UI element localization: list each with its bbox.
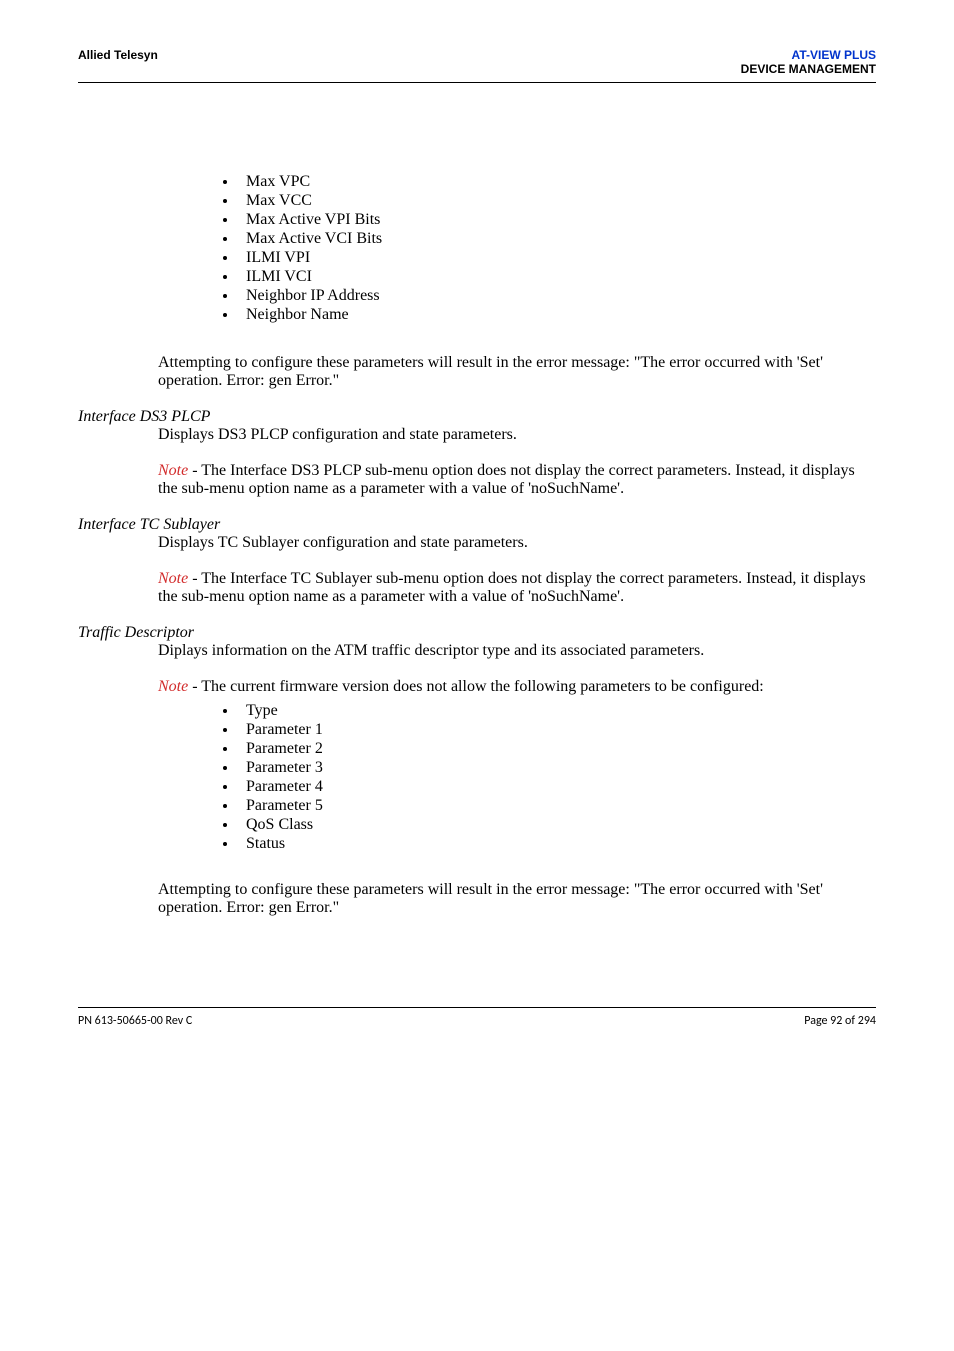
footer-left: PN 613-50665-00 Rev C [78,1014,192,1028]
header-right: AT-VIEW PLUS DEVICE MANAGEMENT [741,48,876,76]
list-item: Neighbor Name [238,306,876,324]
note-label: Note [158,678,188,695]
page-header: Allied Telesyn AT-VIEW PLUS DEVICE MANAG… [78,48,876,76]
note-body: - The current firmware version does not … [188,678,764,695]
list-item: ILMI VPI [238,249,876,267]
list-item: Type [238,702,876,720]
footer-right: Page 92 of 294 [804,1014,876,1028]
list-item: Max VCC [238,192,876,210]
list-item: Max Active VPI Bits [238,211,876,229]
list-item: ILMI VCI [238,268,876,286]
page-footer: PN 613-50665-00 Rev C Page 92 of 294 [78,1014,876,1028]
section-desc-tc: Displays TC Sublayer configuration and s… [158,534,876,552]
note-body: - The Interface TC Sublayer sub-menu opt… [158,570,866,605]
footer-rule [78,1007,876,1008]
list-item: Parameter 1 [238,721,876,739]
list-item: QoS Class [238,816,876,834]
header-left: Allied Telesyn [78,48,158,62]
section-note-traffic: Note - The current firmware version does… [158,678,876,696]
list-item: Parameter 4 [238,778,876,796]
header-product: AT-VIEW PLUS [741,48,876,62]
note-body: - The Interface DS3 PLCP sub-menu option… [158,462,855,497]
list-item: Max Active VCI Bits [238,230,876,248]
section-note-ds3: Note - The Interface DS3 PLCP sub-menu o… [158,462,876,498]
note-label: Note [158,570,188,587]
section-desc-traffic: Diplays information on the ATM traffic d… [158,642,876,660]
header-section: DEVICE MANAGEMENT [741,62,876,76]
param-list-2: Type Parameter 1 Parameter 2 Parameter 3… [78,702,876,853]
list-item: Status [238,835,876,853]
param-list-1: Max VPC Max VCC Max Active VPI Bits Max … [78,173,876,324]
list-item: Max VPC [238,173,876,191]
error-paragraph-2: Attempting to configure these parameters… [158,881,876,917]
list-item: Neighbor IP Address [238,287,876,305]
section-heading-tc: Interface TC Sublayer [78,516,876,534]
error-paragraph-1: Attempting to configure these parameters… [158,354,876,390]
section-heading-traffic: Traffic Descriptor [78,624,876,642]
section-heading-ds3: Interface DS3 PLCP [78,408,876,426]
note-label: Note [158,462,188,479]
section-note-tc: Note - The Interface TC Sublayer sub-men… [158,570,876,606]
list-item: Parameter 3 [238,759,876,777]
list-item: Parameter 5 [238,797,876,815]
header-rule [78,82,876,83]
section-desc-ds3: Displays DS3 PLCP configuration and stat… [158,426,876,444]
list-item: Parameter 2 [238,740,876,758]
